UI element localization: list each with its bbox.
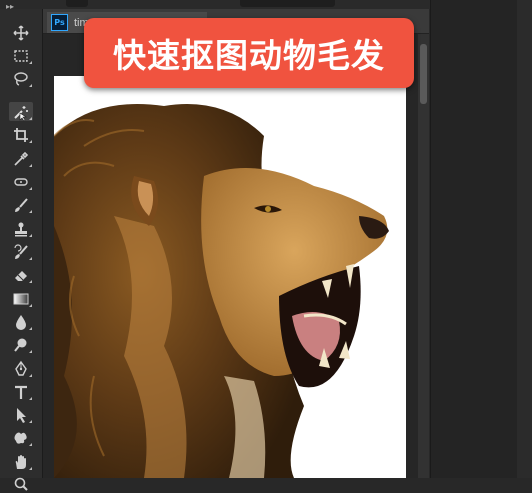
options-segment	[66, 0, 88, 7]
pen-icon	[15, 360, 27, 376]
type-tool[interactable]	[9, 382, 33, 401]
marquee-icon	[14, 49, 28, 62]
dodge-icon	[14, 338, 27, 352]
clone-stamp-tool[interactable]	[9, 219, 33, 238]
lasso-icon	[14, 71, 28, 86]
custom-shape-tool[interactable]	[9, 428, 33, 447]
tools-panel: ▸▸	[0, 2, 43, 491]
healing-brush-icon	[14, 177, 28, 186]
move-icon	[13, 24, 29, 41]
path-selection-tool[interactable]	[9, 405, 33, 424]
move-tool[interactable]	[9, 23, 33, 42]
clone-stamp-icon	[15, 222, 27, 236]
collapse-icon[interactable]: ▸▸	[6, 2, 14, 11]
hand-tool[interactable]	[9, 452, 33, 471]
crop-tool[interactable]	[9, 125, 33, 144]
options-segment	[240, 0, 335, 7]
path-selection-icon	[17, 407, 26, 423]
eyedropper-tool[interactable]	[9, 149, 33, 168]
document-canvas[interactable]	[54, 76, 406, 478]
panel-edge	[517, 0, 532, 478]
blur-icon	[16, 314, 26, 330]
vertical-scrollbar[interactable]	[418, 34, 429, 478]
marquee-tool[interactable]	[9, 46, 33, 65]
dodge-tool[interactable]	[9, 335, 33, 354]
crop-icon	[14, 127, 28, 142]
eraser-icon	[15, 270, 27, 281]
banner-title: 快速抠图动物毛发	[113, 36, 385, 75]
brush-icon	[15, 197, 28, 212]
eraser-tool[interactable]	[9, 265, 33, 284]
brush-tool[interactable]	[9, 195, 33, 214]
photoshop-logo-icon: Ps	[51, 14, 68, 31]
magic-wand-tool[interactable]	[9, 102, 33, 121]
zoom-tool[interactable]	[9, 474, 33, 493]
lasso-tool[interactable]	[9, 69, 33, 88]
scrollbar-thumb[interactable]	[420, 44, 427, 104]
pen-tool[interactable]	[9, 359, 33, 378]
magic-wand-icon	[14, 105, 28, 121]
history-brush-tool[interactable]	[9, 242, 33, 261]
history-brush-icon	[14, 243, 28, 259]
healing-brush-tool[interactable]	[9, 172, 33, 191]
lion-image	[54, 104, 389, 478]
hand-icon	[15, 454, 26, 469]
custom-shape-icon	[14, 432, 27, 444]
title-banner: 快速抠图动物毛发	[84, 18, 414, 88]
eyedropper-icon	[14, 151, 29, 166]
right-panel-dock	[430, 0, 532, 478]
gradient-tool[interactable]	[9, 289, 33, 308]
gradient-icon	[13, 293, 29, 304]
blur-tool[interactable]	[9, 312, 33, 331]
type-icon	[15, 385, 27, 399]
